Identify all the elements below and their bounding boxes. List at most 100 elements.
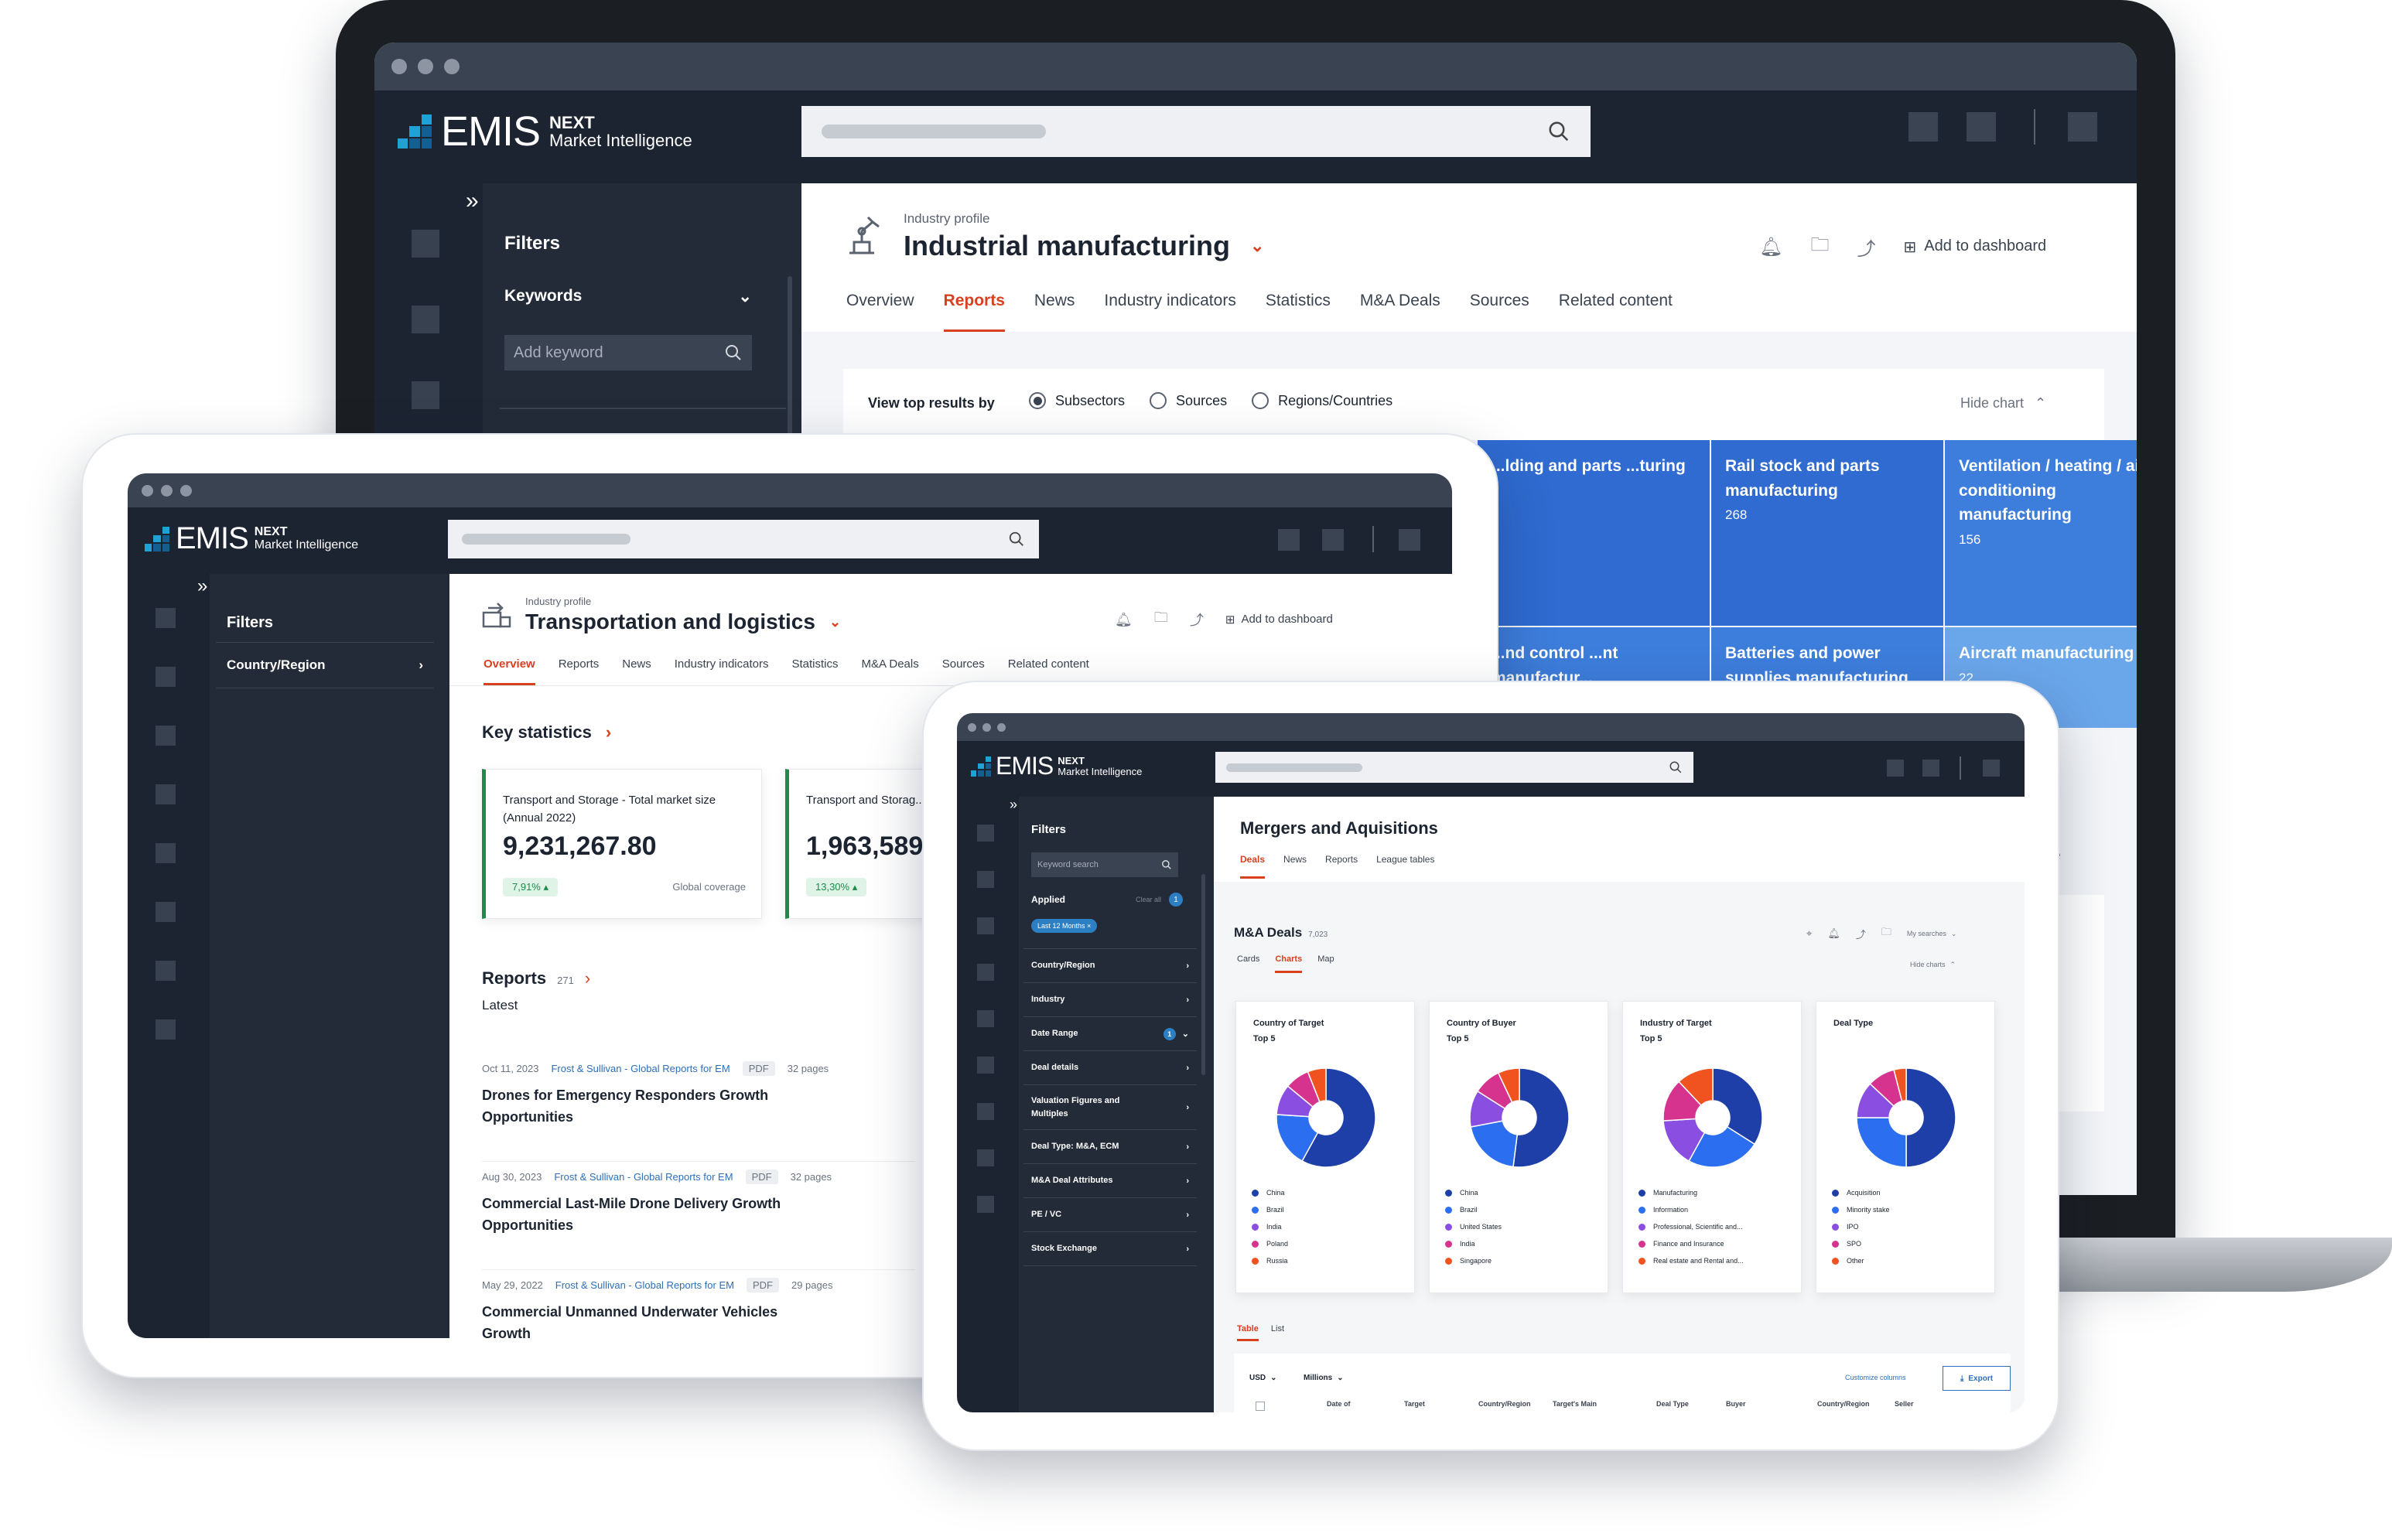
radio-option[interactable]: Subsectors <box>1029 392 1125 409</box>
donut-chart-card[interactable]: Country of Target Top 5 China Brazil India Po… <box>1235 1001 1415 1293</box>
tab-item[interactable]: Deals <box>1240 854 1266 879</box>
rail-button[interactable] <box>977 1057 994 1074</box>
my-searches-dropdown[interactable]: My searches ⌄ <box>1907 930 1957 938</box>
column-header[interactable]: Country/Region <box>1817 1400 1870 1408</box>
add-to-dashboard-button[interactable]: ⊞ Add to dashboard <box>1903 237 2046 257</box>
legend-item[interactable]: Poland <box>1252 1235 1288 1252</box>
column-header[interactable]: Date of <box>1327 1400 1351 1408</box>
emis-logo[interactable]: EMIS NEXT Market Intelligence <box>971 752 1142 780</box>
reports-link[interactable]: Reports 271 › <box>482 968 590 989</box>
profile-title-dropdown[interactable]: Industrial manufacturing ⌄ <box>904 230 1264 262</box>
folder-icon[interactable]: 🗀 <box>1881 925 1891 942</box>
table-view-tab[interactable]: Table <box>1237 1324 1259 1341</box>
rail-button[interactable] <box>977 1196 994 1213</box>
window-dot-icon[interactable] <box>444 59 460 74</box>
legend-item[interactable]: China <box>1445 1184 1502 1201</box>
column-header[interactable]: Seller <box>1895 1400 1914 1408</box>
donut-slice[interactable] <box>1470 1120 1519 1168</box>
filter-item[interactable]: PE / VC › <box>1023 1198 1197 1232</box>
window-dot-icon[interactable] <box>982 722 991 732</box>
legend-item[interactable]: United States <box>1445 1218 1502 1235</box>
window-dot-icon[interactable] <box>161 484 173 497</box>
emis-logo[interactable]: EMIS NEXT Market Intelligence <box>145 521 358 556</box>
filter-item[interactable]: Industry › <box>1023 983 1197 1017</box>
nav-button-1[interactable] <box>1887 760 1904 777</box>
search-icon[interactable] <box>1008 531 1025 548</box>
export-button[interactable]: ⤓ Export <box>1943 1366 2011 1391</box>
search-icon[interactable] <box>724 343 743 362</box>
legend-item[interactable]: IPO <box>1832 1218 1890 1235</box>
rail-button[interactable] <box>155 902 176 922</box>
report-item[interactable]: Aug 30, 2023 Frost & Sullivan - Global Re… <box>482 1162 915 1270</box>
profile-title-dropdown[interactable]: Transportation and logistics ⌄ <box>525 610 841 634</box>
report-source-link[interactable]: Frost & Sullivan - Global Reports for EM <box>555 1279 734 1291</box>
rail-button[interactable] <box>977 964 994 981</box>
nav-button-3[interactable] <box>1983 760 2000 777</box>
rail-button[interactable] <box>155 726 176 746</box>
currency-select[interactable]: USD ⌄ <box>1249 1374 1277 1382</box>
global-search-input[interactable] <box>801 106 1591 157</box>
rail-button[interactable] <box>977 1010 994 1027</box>
rail-button[interactable] <box>977 871 994 888</box>
report-item[interactable]: May 29, 2022 Frost & Sullivan - Global Re… <box>482 1270 915 1338</box>
rail-button[interactable] <box>977 825 994 842</box>
legend-item[interactable]: Acquisition <box>1832 1184 1890 1201</box>
window-dot-icon[interactable] <box>968 722 976 732</box>
subsector-tile[interactable]: ...lding and parts ...turing <box>1478 440 1710 626</box>
global-search-input[interactable] <box>448 520 1039 558</box>
rail-button[interactable] <box>155 843 176 863</box>
legend-item[interactable]: Brazil <box>1445 1201 1502 1218</box>
pin-icon[interactable]: ⌖ <box>1806 927 1812 940</box>
legend-item[interactable]: Information <box>1639 1201 1744 1218</box>
rail-button[interactable] <box>412 381 439 409</box>
rail-button[interactable] <box>977 917 994 934</box>
rail-button[interactable] <box>977 1149 994 1166</box>
tab-item[interactable]: M&A Deals <box>1360 284 1440 332</box>
tab-item[interactable]: Reports <box>559 654 600 685</box>
rail-button[interactable] <box>155 784 176 804</box>
legend-item[interactable]: Brazil <box>1252 1201 1288 1218</box>
legend-item[interactable]: India <box>1445 1235 1502 1252</box>
view-tab[interactable]: Charts <box>1275 954 1303 973</box>
tab-item[interactable]: Industry indicators <box>675 654 769 685</box>
keywords-accordion[interactable]: Keywords ⌄ <box>504 287 752 306</box>
keyword-input[interactable]: Keyword search <box>1031 852 1178 877</box>
nav-button-2[interactable] <box>1322 529 1344 551</box>
legend-item[interactable]: SPO <box>1832 1235 1890 1252</box>
scrollbar[interactable] <box>788 276 792 454</box>
customize-columns-link[interactable]: Customize columns <box>1845 1374 1906 1381</box>
nav-button-3[interactable] <box>1399 529 1420 551</box>
nav-button-3[interactable] <box>2068 112 2097 142</box>
filter-item[interactable]: Deal details › <box>1023 1051 1197 1085</box>
legend-item[interactable]: Real estate and Rental and... <box>1639 1252 1744 1269</box>
tab-item[interactable]: M&A Deals <box>862 654 919 685</box>
folder-icon[interactable]: 🗀 <box>1154 608 1168 631</box>
donut-slice[interactable] <box>1512 1067 1570 1168</box>
search-icon[interactable] <box>1161 859 1172 870</box>
global-search-input[interactable] <box>1215 752 1693 783</box>
hide-charts-button[interactable]: Hide charts ⌃ <box>1910 961 1956 969</box>
legend-item[interactable]: China <box>1252 1184 1288 1201</box>
column-header[interactable]: Target <box>1404 1400 1425 1408</box>
nav-button-2[interactable] <box>1967 112 1996 142</box>
expand-chevrons-icon[interactable]: » <box>197 575 207 597</box>
window-dot-icon[interactable] <box>142 484 153 497</box>
tab-item[interactable]: Related content <box>1559 284 1673 332</box>
radio-option[interactable]: Sources <box>1150 392 1227 409</box>
filter-item[interactable]: Date Range 1 ⌄ <box>1023 1017 1197 1051</box>
subsector-tile[interactable]: Rail stock and parts manufacturing 268 <box>1711 440 1943 626</box>
subsector-tile[interactable]: Ventilation / heating / air conditioning… <box>1945 440 2137 626</box>
filter-item[interactable]: M&A Deal Attributes › <box>1023 1164 1197 1198</box>
nav-button-2[interactable] <box>1922 760 1939 777</box>
country-region-filter[interactable]: Country/Region › <box>216 642 434 688</box>
rail-button[interactable] <box>155 961 176 981</box>
column-header[interactable]: Deal Type <box>1656 1400 1689 1408</box>
window-dot-icon[interactable] <box>391 59 407 74</box>
search-icon[interactable] <box>1669 760 1683 774</box>
rail-button[interactable] <box>155 1019 176 1040</box>
clear-all-link[interactable]: Clear all <box>1136 896 1161 903</box>
report-source-link[interactable]: Frost & Sullivan - Global Reports for EM <box>554 1171 733 1183</box>
rail-button[interactable] <box>412 230 439 258</box>
share-icon[interactable]: ⤴ <box>1857 234 1875 261</box>
expand-chevrons-icon[interactable]: » <box>1010 797 1017 813</box>
